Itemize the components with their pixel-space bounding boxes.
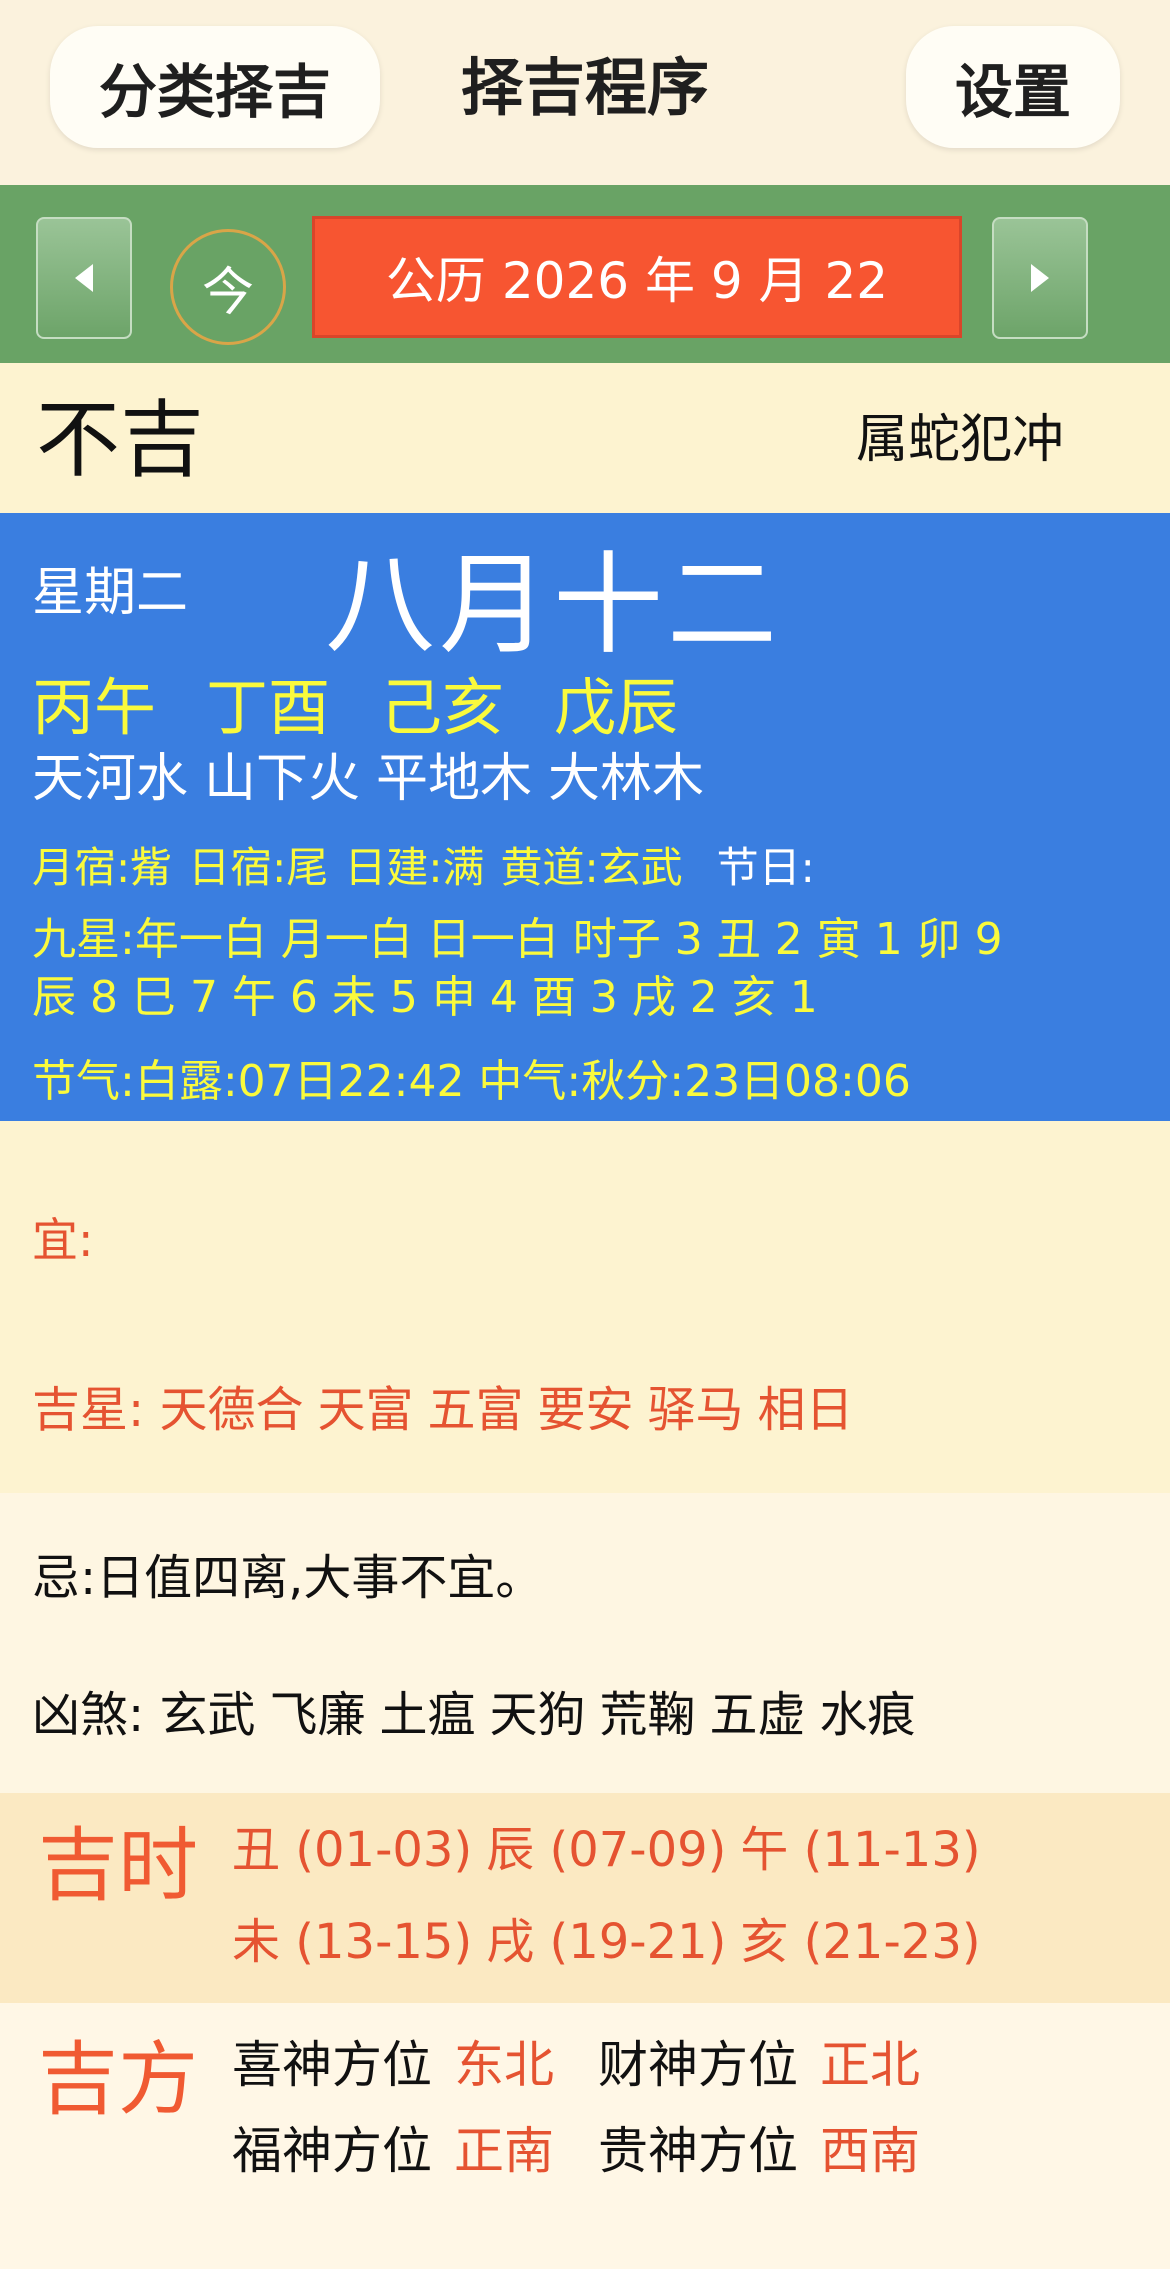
nayin-month: 山下火 bbox=[204, 749, 361, 809]
evil-stars: 凶煞: 玄武 飞廉 土瘟 天狗 荒鞠 五虚 水痕 bbox=[32, 1683, 930, 1747]
lucky-hour: 未 (13-15) bbox=[232, 1914, 473, 1970]
noble-god-value: 西南 bbox=[820, 2122, 920, 2180]
lucky-star: 要安 bbox=[537, 1382, 634, 1438]
ganzhi-day: 己亥 bbox=[380, 671, 505, 744]
chevron-right-icon bbox=[1031, 264, 1049, 292]
evil-star: 五虚 bbox=[709, 1687, 806, 1743]
lucky-hour: 丑 (01-03) bbox=[232, 1822, 473, 1878]
wealth-god-value: 正北 bbox=[820, 2036, 920, 2094]
month-mansion: 月宿:觜 bbox=[32, 843, 173, 892]
nayin-hour: 大林木 bbox=[548, 749, 705, 809]
lucky-hours-label: 吉时 bbox=[38, 1819, 198, 1912]
today-button[interactable]: 今 bbox=[170, 229, 286, 345]
lucky-directions-label: 吉方 bbox=[38, 2033, 198, 2126]
suitable-label: 宜: bbox=[32, 1213, 94, 1267]
category-select-button[interactable]: 分类择吉 bbox=[50, 26, 380, 148]
evil-star: 玄武 bbox=[159, 1687, 256, 1743]
lucky-star: 相日 bbox=[757, 1382, 854, 1438]
nine-star-line-2: 辰 8 巳 7 午 6 未 5 申 4 酉 3 戌 2 亥 1 bbox=[32, 972, 818, 1023]
date-display[interactable]: 公历 2026 年 9 月 22 bbox=[312, 216, 962, 338]
lucky-star: 五富 bbox=[427, 1382, 524, 1438]
festival: 节日: bbox=[716, 843, 815, 892]
nayin-row: 天河水 山下火 平地木 大林木 bbox=[32, 744, 720, 814]
nine-star-line-1: 九星:年一白 月一白 日一白 时子 3 丑 2 寅 1 卯 9 bbox=[32, 914, 1003, 965]
next-day-button[interactable] bbox=[992, 217, 1088, 339]
settings-button[interactable]: 设置 bbox=[906, 26, 1120, 148]
evil-star: 天狗 bbox=[489, 1687, 586, 1743]
lucky-star: 天德合 bbox=[159, 1382, 304, 1438]
joy-god-label: 喜神方位 bbox=[232, 2036, 432, 2094]
lucky-hour: 亥 (21-23) bbox=[740, 1914, 981, 1970]
lucky-hour: 戌 (19-21) bbox=[486, 1914, 727, 1970]
chevron-left-icon bbox=[75, 264, 93, 292]
evil-star: 飞廉 bbox=[269, 1687, 366, 1743]
joy-god-direction: 喜神方位 东北 bbox=[232, 2032, 554, 2098]
fortune-god-direction: 福神方位 正南 bbox=[232, 2118, 554, 2184]
app-title: 择吉程序 bbox=[460, 51, 709, 124]
joy-god-value: 东北 bbox=[454, 2036, 554, 2094]
evil-star: 水痕 bbox=[819, 1687, 916, 1743]
evil-stars-label: 凶煞: bbox=[32, 1687, 145, 1743]
lunar-date: 八月十二 bbox=[325, 541, 781, 669]
zodiac-clash: 属蛇犯冲 bbox=[856, 410, 1065, 470]
day-verdict: 不吉 bbox=[36, 391, 205, 489]
day-mansion: 日宿:尾 bbox=[188, 843, 329, 892]
huangdao: 黄道:玄武 bbox=[500, 843, 683, 892]
avoid-section bbox=[0, 1493, 1170, 1793]
nayin-day: 平地木 bbox=[376, 749, 533, 809]
ganzhi-year: 丙午 bbox=[32, 671, 157, 744]
evil-star: 荒鞠 bbox=[599, 1687, 696, 1743]
lucky-star: 天富 bbox=[317, 1382, 414, 1438]
wealth-god-label: 财神方位 bbox=[598, 2036, 798, 2094]
noble-god-label: 贵神方位 bbox=[598, 2122, 798, 2180]
lucky-hour: 辰 (07-09) bbox=[486, 1822, 727, 1878]
weekday: 星期二 bbox=[32, 563, 189, 623]
prev-day-button[interactable] bbox=[36, 217, 132, 339]
mansion-row: 月宿:觜 日宿:尾 日建:满 黄道:玄武 节日: bbox=[32, 838, 831, 898]
ganzhi-hour: 戊辰 bbox=[554, 671, 679, 744]
lucky-hours-line-2: 未 (13-15) 戌 (19-21) 亥 (21-23) bbox=[232, 1910, 995, 1974]
ganzhi-row: 丙午 丁酉 己亥 戊辰 bbox=[32, 668, 728, 748]
day-officer: 日建:满 bbox=[344, 843, 485, 892]
lucky-stars: 吉星: 天德合 天富 五富 要安 驿马 相日 bbox=[32, 1378, 868, 1442]
lucky-hours-line-1: 丑 (01-03) 辰 (07-09) 午 (11-13) bbox=[232, 1818, 995, 1882]
ganzhi-month: 丁酉 bbox=[206, 671, 331, 744]
evil-star: 土瘟 bbox=[379, 1687, 476, 1743]
lucky-stars-label: 吉星: bbox=[32, 1382, 145, 1438]
noble-god-direction: 贵神方位 西南 bbox=[598, 2118, 920, 2184]
nayin-year: 天河水 bbox=[32, 749, 189, 809]
wealth-god-direction: 财神方位 正北 bbox=[598, 2032, 920, 2098]
fortune-god-label: 福神方位 bbox=[232, 2122, 432, 2180]
fortune-god-value: 正南 bbox=[454, 2122, 554, 2180]
avoid-text: 忌:日值四离,大事不宜。 bbox=[32, 1550, 544, 1606]
solar-term: 节气:白露:07日22:42 中气:秋分:23日08:06 bbox=[32, 1056, 911, 1107]
lucky-star: 驿马 bbox=[647, 1382, 744, 1438]
lucky-hour: 午 (11-13) bbox=[740, 1822, 981, 1878]
